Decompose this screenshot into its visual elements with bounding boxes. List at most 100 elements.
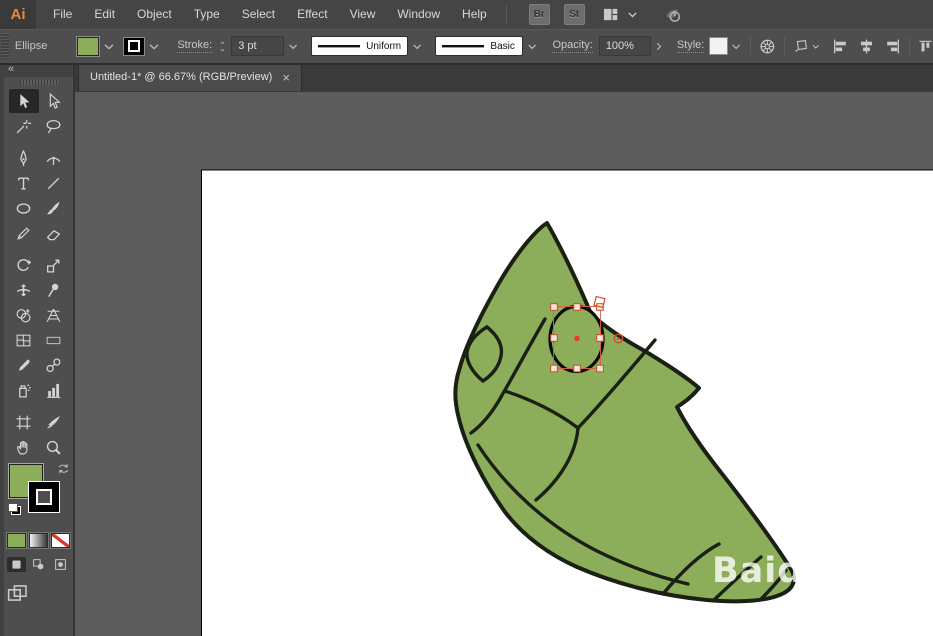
change-screen-mode-icon[interactable] bbox=[4, 584, 30, 602]
tool-curvature[interactable] bbox=[39, 146, 69, 170]
shape-builder-tool-icon bbox=[16, 308, 31, 322]
tool-line-segment[interactable] bbox=[39, 171, 69, 195]
tool-selection[interactable] bbox=[8, 89, 39, 113]
selection-handle[interactable] bbox=[573, 364, 581, 373]
tool-lasso[interactable] bbox=[39, 114, 69, 138]
tool-width[interactable] bbox=[9, 278, 39, 302]
tool-column-graph[interactable] bbox=[39, 378, 69, 402]
document-tab[interactable]: Untitled-1* @ 66.67% (RGB/Preview) × bbox=[78, 63, 302, 91]
tool-eraser[interactable] bbox=[39, 221, 69, 245]
tool-pencil[interactable] bbox=[9, 221, 39, 245]
tool-hand[interactable] bbox=[9, 435, 39, 459]
chevron-down-icon[interactable] bbox=[811, 41, 821, 52]
chevron-down-icon[interactable] bbox=[147, 38, 161, 55]
stroke-weight-field[interactable]: 3 pt bbox=[231, 36, 284, 56]
menu-item-type[interactable]: Type bbox=[183, 0, 231, 29]
fill-color-swatch[interactable] bbox=[77, 36, 100, 56]
illustrator-logo[interactable]: Ai bbox=[0, 0, 36, 29]
selection-center-point[interactable] bbox=[574, 335, 580, 342]
stepper-up-icon[interactable] bbox=[218, 40, 227, 46]
selection-handle[interactable] bbox=[550, 334, 558, 342]
draw-normal-button[interactable] bbox=[7, 557, 26, 572]
draw-inside-button[interactable] bbox=[51, 557, 70, 572]
style-swatch[interactable] bbox=[710, 38, 728, 54]
stepper-down-icon[interactable] bbox=[218, 47, 227, 53]
recolor-artwork-icon[interactable] bbox=[759, 37, 776, 56]
align-left-icon[interactable] bbox=[832, 38, 849, 55]
tool-magic-wand[interactable] bbox=[9, 114, 39, 138]
draw-behind-button[interactable] bbox=[29, 557, 48, 572]
canvas-area[interactable]: Baid bbox=[75, 92, 933, 636]
tool-zoom[interactable] bbox=[39, 435, 69, 459]
mesh-tool-icon bbox=[16, 334, 31, 346]
selection-handle[interactable] bbox=[596, 364, 604, 373]
stroke-color-swatch[interactable] bbox=[124, 37, 145, 55]
selection-handle[interactable] bbox=[550, 364, 558, 373]
workspace-switcher[interactable] bbox=[601, 7, 639, 22]
stroke-color-control[interactable] bbox=[124, 37, 161, 55]
menu-item-object[interactable]: Object bbox=[126, 0, 183, 29]
power-status-icon[interactable] bbox=[661, 6, 683, 24]
tool-artboard[interactable] bbox=[9, 410, 39, 434]
selection-handle[interactable] bbox=[596, 334, 604, 342]
chevron-down-icon[interactable] bbox=[730, 38, 742, 55]
stroke-weight-label[interactable]: Stroke: bbox=[177, 39, 213, 53]
menu-item-file[interactable]: File bbox=[42, 0, 83, 29]
stroke-indicator[interactable] bbox=[28, 482, 59, 512]
panel-grip[interactable] bbox=[19, 80, 58, 85]
menu-item-effect[interactable]: Effect bbox=[286, 0, 338, 29]
tool-eyedropper[interactable] bbox=[9, 353, 39, 377]
brush-dropdown[interactable]: Basic bbox=[435, 36, 524, 56]
tool-grid bbox=[4, 89, 73, 459]
tool-blend[interactable] bbox=[39, 353, 69, 377]
stock-button[interactable]: St bbox=[563, 4, 585, 25]
tool-gradient[interactable] bbox=[39, 328, 69, 352]
tool-perspective-grid[interactable] bbox=[39, 303, 69, 327]
opacity-expand-icon[interactable] bbox=[653, 40, 664, 53]
menu-item-help[interactable]: Help bbox=[451, 0, 498, 29]
tool-shape-builder[interactable] bbox=[9, 303, 39, 327]
tool-pen[interactable] bbox=[9, 146, 39, 170]
shape-properties-icon[interactable] bbox=[793, 37, 809, 55]
gradient-button[interactable] bbox=[29, 533, 48, 548]
close-tab-icon[interactable]: × bbox=[282, 71, 290, 84]
chevron-down-icon[interactable] bbox=[287, 38, 299, 55]
align-top-icon[interactable] bbox=[918, 38, 933, 55]
menu-item-edit[interactable]: Edit bbox=[83, 0, 126, 29]
tool-puppet-warp[interactable] bbox=[39, 278, 69, 302]
align-center-icon[interactable] bbox=[858, 38, 875, 55]
tool-symbol-sprayer[interactable] bbox=[9, 378, 39, 402]
style-label[interactable]: Style: bbox=[676, 39, 705, 53]
tool-rotate[interactable] bbox=[9, 253, 39, 277]
tool-direct-selection[interactable] bbox=[39, 89, 69, 113]
tool-paintbrush[interactable] bbox=[39, 196, 69, 220]
align-right-icon[interactable] bbox=[884, 38, 901, 55]
selection-handle[interactable] bbox=[550, 303, 558, 311]
control-bar-grip[interactable] bbox=[1, 33, 9, 59]
tool-slice[interactable] bbox=[39, 410, 69, 434]
opacity-label[interactable]: Opacity: bbox=[552, 39, 593, 53]
selection-handle[interactable] bbox=[573, 303, 581, 311]
collapse-panel-icon[interactable]: « bbox=[4, 63, 73, 77]
tool-ellipse[interactable] bbox=[9, 196, 39, 220]
document-title: Untitled-1* @ 66.67% (RGB/Preview) bbox=[90, 71, 273, 83]
bridge-button[interactable]: Br bbox=[528, 4, 550, 25]
fill-stroke-widget bbox=[6, 463, 72, 527]
chevron-down-icon[interactable] bbox=[102, 38, 116, 55]
opacity-field[interactable]: 100% bbox=[598, 36, 652, 56]
chevron-down-icon[interactable] bbox=[526, 38, 538, 55]
color-button[interactable] bbox=[7, 533, 26, 548]
menu-item-window[interactable]: Window bbox=[386, 0, 451, 29]
default-colors-icon[interactable] bbox=[7, 503, 21, 515]
none-button[interactable] bbox=[51, 533, 70, 548]
chevron-down-icon[interactable] bbox=[411, 38, 423, 55]
tool-scale[interactable] bbox=[39, 253, 69, 277]
swap-fill-stroke-icon[interactable] bbox=[57, 463, 70, 476]
menu-item-select[interactable]: Select bbox=[231, 0, 286, 29]
menu-item-view[interactable]: View bbox=[339, 0, 387, 29]
tool-mesh[interactable] bbox=[9, 328, 39, 352]
fill-color-control[interactable] bbox=[77, 36, 116, 56]
tool-type[interactable] bbox=[9, 171, 39, 195]
stroke-weight-stepper[interactable] bbox=[218, 40, 227, 53]
width-profile-dropdown[interactable]: Uniform bbox=[311, 36, 409, 56]
